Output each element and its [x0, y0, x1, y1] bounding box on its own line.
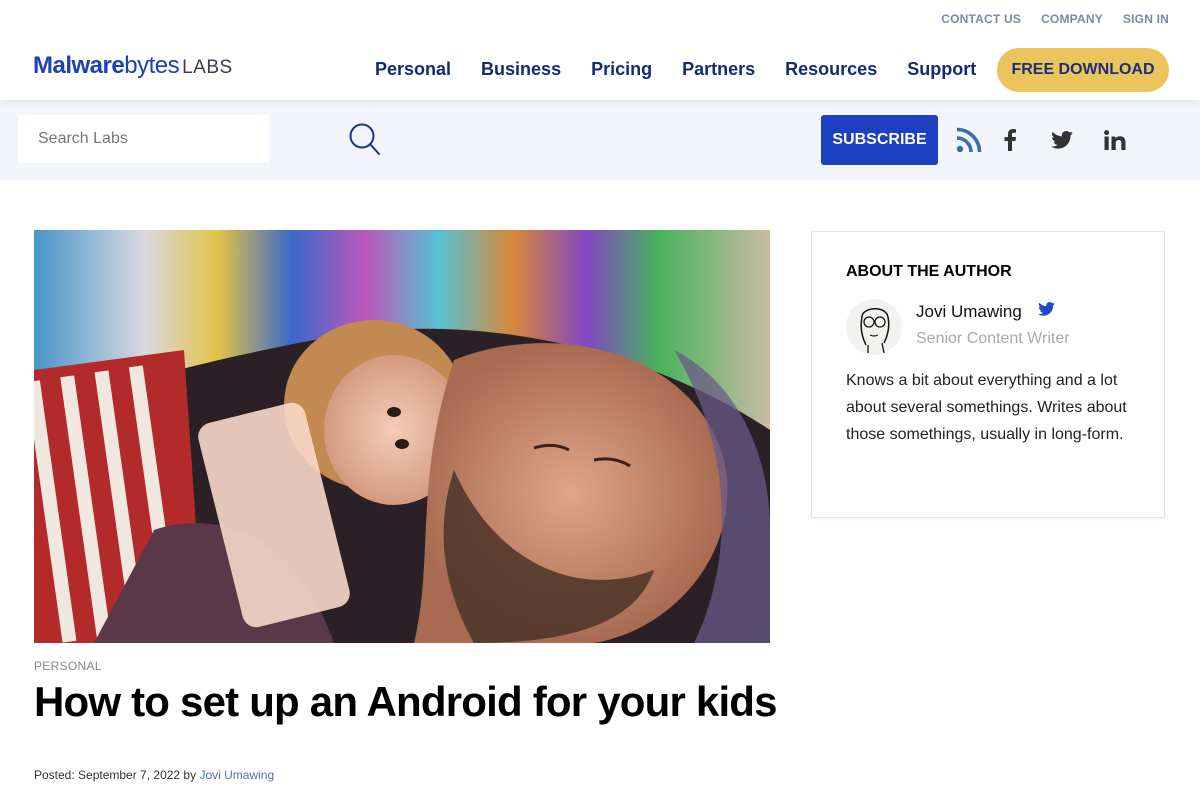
rss-link[interactable]	[955, 126, 983, 154]
malwarebytes-labs-logo[interactable]: Malware bytes LABS	[33, 52, 233, 80]
author-link[interactable]: Jovi Umawing	[199, 768, 274, 782]
author-role: Senior Content Writer	[916, 330, 1070, 347]
nav-personal[interactable]: Personal	[375, 59, 451, 80]
logo-suffix: LABS	[182, 57, 233, 78]
article-title: How to set up an Android for your kids	[34, 678, 778, 725]
article-meta: Posted: September 7, 2022 by Jovi Umawin…	[34, 768, 274, 782]
sign-in-link[interactable]: SIGN IN	[1123, 12, 1169, 26]
linkedin-link[interactable]	[1102, 126, 1128, 154]
nav-pricing[interactable]: Pricing	[591, 59, 652, 80]
search-button[interactable]	[348, 122, 382, 158]
nav-partners[interactable]: Partners	[682, 59, 755, 80]
search-icon	[349, 123, 380, 155]
logo-text-bold: Malware	[33, 52, 125, 79]
main-nav: Personal Business Pricing Partners Resou…	[375, 59, 976, 80]
nav-support[interactable]: Support	[907, 59, 976, 80]
twitter-icon	[1051, 131, 1073, 149]
nav-resources[interactable]: Resources	[785, 59, 877, 80]
site-header: CONTACT US COMPANY SIGN IN Malware bytes L…	[0, 0, 1200, 100]
about-author-heading: ABOUT THE AUTHOR	[846, 263, 1012, 280]
search-input[interactable]	[18, 115, 269, 163]
subscribe-button[interactable]: SUBSCRIBE	[821, 115, 938, 165]
logo-text-light: bytes	[124, 52, 180, 79]
facebook-link[interactable]	[1000, 126, 1020, 154]
contact-us-link[interactable]: CONTACT US	[941, 12, 1021, 26]
free-download-button[interactable]: FREE DOWNLOAD	[997, 48, 1169, 92]
labs-subbar: SUBSCRIBE	[0, 100, 1200, 180]
hero-photo	[34, 230, 770, 643]
avatar-illustration	[860, 308, 890, 354]
nav-business[interactable]: Business	[481, 59, 561, 80]
author-twitter-link[interactable]	[1038, 302, 1055, 321]
author-bio: Knows a bit about everything and a lot a…	[846, 372, 1127, 443]
linkedin-icon	[1104, 130, 1126, 150]
facebook-icon	[1004, 129, 1016, 151]
company-link[interactable]: COMPANY	[1041, 12, 1103, 26]
article-category[interactable]: PERSONAL	[34, 659, 102, 673]
utility-nav: CONTACT US COMPANY SIGN IN	[941, 12, 1169, 26]
posted-date: Posted: September 7, 2022 by	[34, 768, 200, 782]
article-hero-image	[34, 230, 770, 643]
rss-icon	[956, 127, 982, 153]
about-author-card: ABOUT THE AUTHOR Jovi Umawing Senior Con…	[811, 231, 1165, 518]
twitter-icon	[1038, 302, 1055, 316]
author-name: Jovi Umawing	[916, 302, 1022, 321]
author-avatar	[846, 299, 902, 355]
twitter-link[interactable]	[1049, 126, 1075, 154]
